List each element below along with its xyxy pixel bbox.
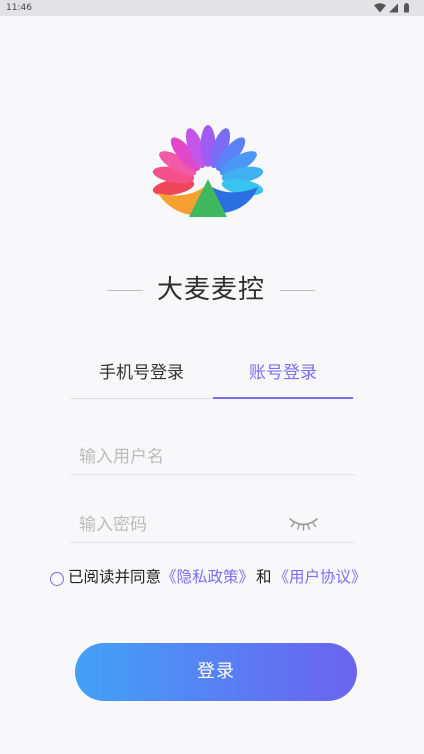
login-button[interactable]: 登录 [75, 643, 357, 701]
signal-icon [389, 3, 398, 13]
app-title: 大麦麦控 [156, 275, 265, 305]
battery-icon [404, 3, 409, 13]
tab-account-login[interactable]: 账号登录 [213, 356, 353, 398]
tab-phone-login[interactable]: 手机号登录 [70, 356, 213, 398]
wifi-icon [374, 3, 386, 13]
password-input[interactable] [70, 508, 280, 542]
password-field [70, 508, 355, 543]
status-icons [374, 3, 409, 13]
user-agreement-link[interactable]: 《用户协议》 [274, 568, 367, 586]
privacy-policy-link[interactable]: 《隐私政策》 [161, 568, 254, 586]
agreement-text: 已阅读并同意《隐私政策》和《用户协议》 [68, 566, 367, 588]
agreement-prefix: 已阅读并同意 [68, 568, 162, 586]
login-tab-bar: 手机号登录 账号登录 [70, 356, 353, 399]
username-input[interactable] [70, 440, 355, 474]
agreement-conjunction: 和 [256, 568, 272, 586]
app-logo [152, 125, 264, 217]
eye-closed-icon[interactable] [288, 516, 319, 531]
status-time: 11:46 [6, 3, 32, 13]
status-bar: 11:46 [0, 0, 424, 16]
agreement-checkbox[interactable] [50, 572, 64, 586]
username-field [70, 440, 355, 475]
title-divider-right [280, 290, 315, 291]
active-tab-indicator [213, 397, 353, 399]
